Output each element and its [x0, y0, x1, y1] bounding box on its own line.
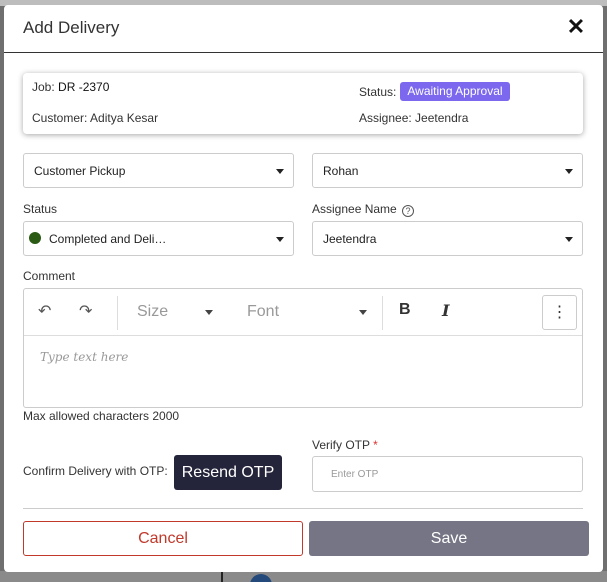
chevron-down-icon — [565, 169, 573, 174]
job-value: DR -2370 — [58, 80, 110, 94]
job-info: Job: DR -2370 — [32, 80, 109, 94]
status-info: Status: Awaiting Approval — [359, 82, 510, 101]
chevron-down-icon — [359, 310, 367, 315]
customer-label: Customer: — [32, 111, 88, 125]
toolbar-divider — [382, 296, 383, 330]
delivery-info-card: Job: DR -2370 Customer: Aditya Kesar Sta… — [23, 73, 583, 134]
chevron-down-icon — [276, 237, 284, 242]
chevron-down-icon — [205, 310, 213, 315]
delivery-method-value: Customer Pickup — [34, 164, 126, 178]
assignee-name-value: Jeetendra — [323, 232, 377, 246]
italic-icon[interactable]: I — [442, 301, 449, 320]
chevron-down-icon — [276, 169, 284, 174]
more-vertical-icon[interactable]: ⋮ — [542, 295, 577, 330]
save-button[interactable]: Save — [309, 521, 589, 556]
otp-input[interactable] — [312, 456, 583, 492]
status-select-value: Completed and Deli… — [49, 232, 167, 246]
comment-editor[interactable]: ↶ ↷ Size Font B I ⋮ Type text here — [23, 288, 583, 408]
modal-title: Add Delivery — [23, 18, 120, 37]
delivery-method-select[interactable]: Customer Pickup — [23, 153, 294, 188]
comment-label: Comment — [23, 269, 76, 283]
assignee-name-label-text: Assignee Name — [312, 202, 397, 216]
delivered-by-value: Rohan — [323, 164, 359, 178]
assignee-name-label: Assignee Name ? — [312, 202, 415, 217]
assignee-value: Jeetendra — [415, 111, 469, 125]
font-label: Font — [247, 303, 280, 320]
size-dropdown[interactable]: Size — [137, 303, 213, 321]
close-icon[interactable]: ✕ — [565, 16, 587, 38]
redo-icon[interactable]: ↷ — [79, 301, 92, 321]
help-icon[interactable]: ? — [402, 205, 415, 217]
footer-divider — [23, 508, 583, 509]
assignee-name-select[interactable]: Jeetendra — [312, 221, 583, 256]
editor-toolbar: ↶ ↷ Size Font B I ⋮ — [24, 289, 582, 336]
toolbar-divider — [117, 296, 118, 330]
background-avatar — [250, 574, 272, 582]
bold-icon[interactable]: B — [399, 301, 411, 319]
verify-otp-label-text: Verify OTP — [312, 438, 370, 452]
job-label: Job: — [32, 80, 55, 94]
verify-otp-label: Verify OTP * — [312, 438, 378, 452]
required-indicator: * — [373, 438, 378, 452]
max-characters-hint: Max allowed characters 2000 — [23, 409, 180, 423]
delivered-by-select[interactable]: Rohan — [312, 153, 583, 188]
editor-placeholder: Type text here — [40, 350, 129, 364]
status-dot-icon — [29, 232, 41, 244]
status-select[interactable]: Completed and Deli… — [23, 221, 294, 256]
font-dropdown[interactable]: Font — [247, 303, 367, 321]
status-badge: Awaiting Approval — [400, 82, 510, 101]
resend-otp-button[interactable]: Resend OTP — [174, 455, 282, 490]
size-label: Size — [137, 303, 169, 320]
assignee-label: Assignee: — [359, 111, 412, 125]
background-divider — [221, 571, 223, 582]
background-app-content — [0, 571, 607, 582]
assignee-info: Assignee: Jeetendra — [359, 111, 468, 125]
status-field-label: Status — [23, 202, 58, 216]
customer-info: Customer: Aditya Kesar — [32, 111, 158, 125]
add-delivery-modal: Add Delivery ✕ Job: DR -2370 Customer: A… — [4, 5, 603, 572]
chevron-down-icon — [565, 237, 573, 242]
cancel-button[interactable]: Cancel — [23, 521, 303, 556]
confirm-otp-label: Confirm Delivery with OTP: — [23, 464, 168, 478]
status-label: Status: — [359, 84, 397, 99]
customer-value: Aditya Kesar — [90, 111, 159, 125]
undo-icon[interactable]: ↶ — [38, 301, 51, 321]
modal-header: Add Delivery ✕ — [4, 5, 603, 53]
